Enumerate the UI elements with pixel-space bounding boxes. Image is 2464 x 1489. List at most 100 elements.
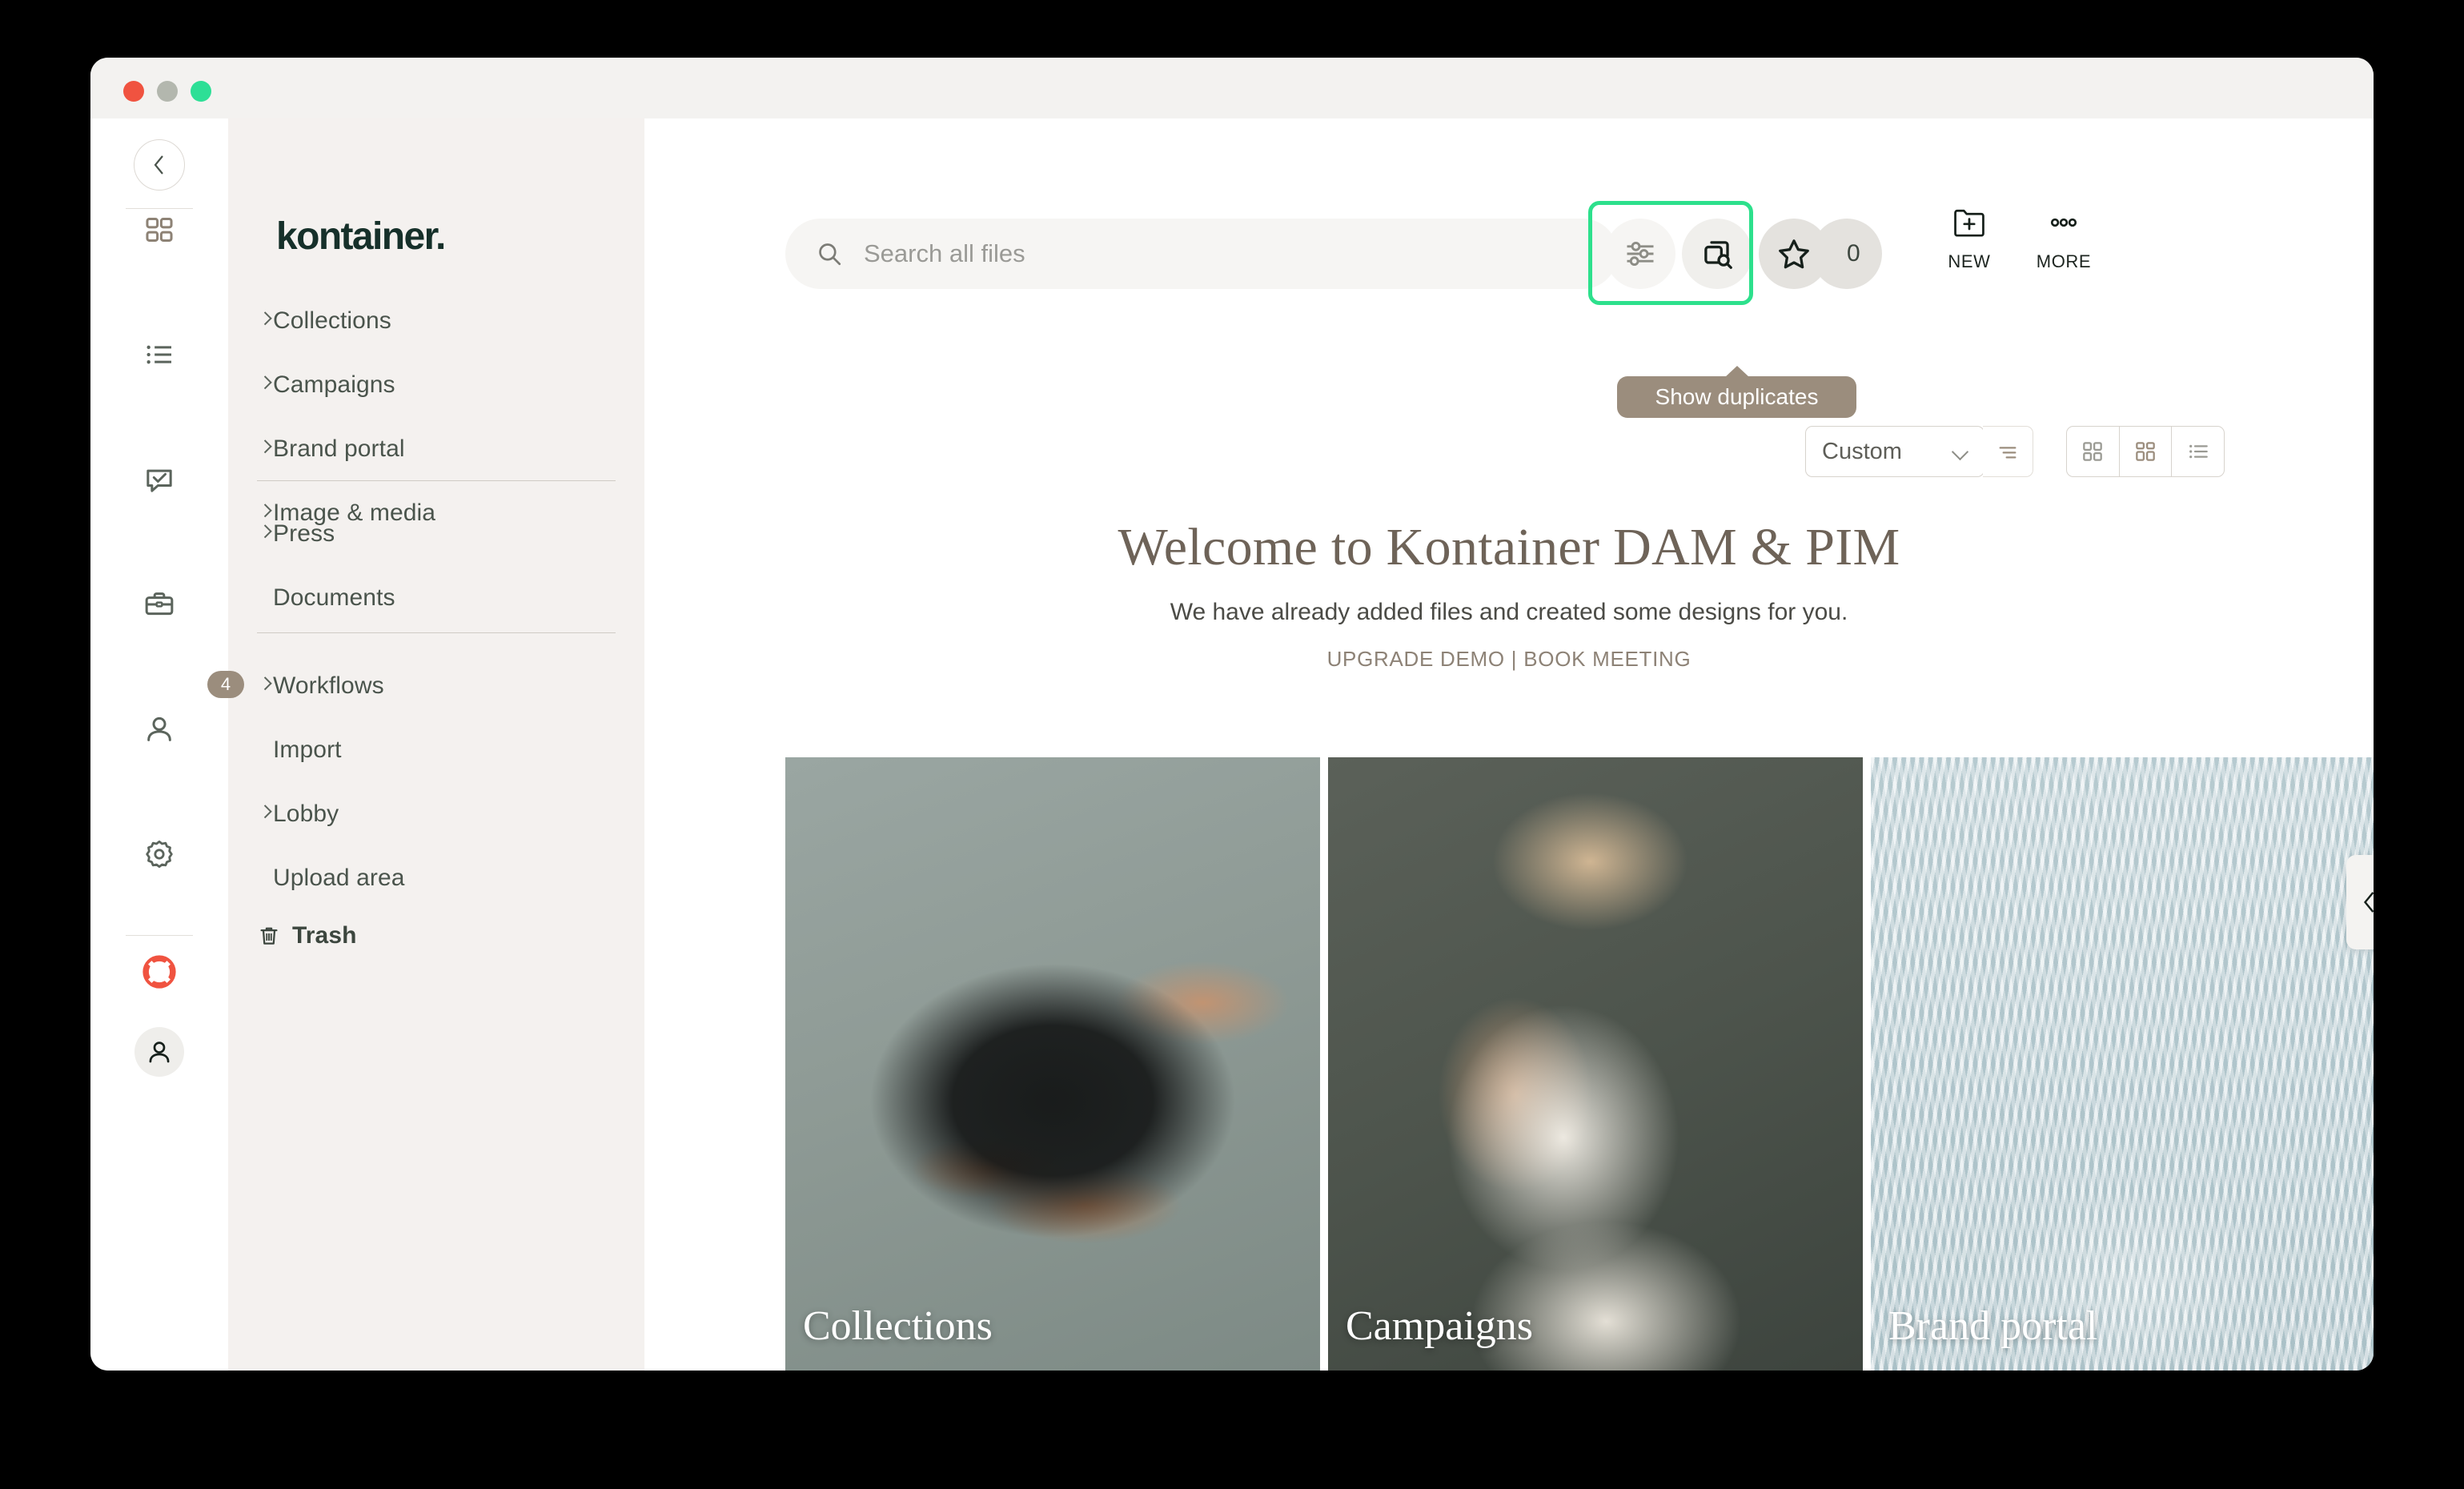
user-icon [147, 716, 171, 741]
tasks-badge: 4 [207, 671, 244, 698]
chevron-right-icon [258, 804, 272, 818]
more-button[interactable]: MORE [2020, 207, 2108, 272]
chevron-right-icon [258, 439, 272, 453]
svg-text:kontainer.: kontainer. [276, 215, 445, 258]
list-view-icon [2189, 444, 2208, 459]
icon-rail: 4 [90, 118, 244, 1371]
rail-item-settings[interactable] [134, 829, 184, 879]
page-subtitle: We have already added files and created … [1170, 599, 1848, 625]
welcome-banner: Welcome to Kontainer DAM & PIM We have a… [644, 517, 2374, 672]
sidebar-item-trash[interactable]: Trash [228, 919, 357, 952]
grid-small-icon [2083, 442, 2103, 461]
rail-item-portals[interactable] [134, 580, 184, 629]
window-close-button[interactable] [123, 81, 144, 102]
sidebar-item-label: Campaigns [273, 371, 395, 398]
sort-select-value: Custom [1822, 438, 1902, 464]
life-ring-icon [142, 955, 176, 989]
rail-item-support[interactable] [134, 947, 184, 997]
search-input[interactable] [862, 239, 1474, 269]
sidebar-item-label: Upload area [273, 864, 405, 891]
tasks-badge-count: 4 [220, 674, 231, 694]
window-minimize-button[interactable] [157, 81, 178, 102]
favorites-count-value: 0 [1847, 240, 1860, 267]
favorites-counter: 0 [1812, 219, 1882, 289]
search-icon [816, 240, 843, 267]
show-duplicates-tooltip: Show duplicates [1617, 376, 1856, 418]
view-grid-button[interactable] [2067, 427, 2120, 476]
sidebar-item-workflows[interactable]: Workflows [228, 669, 644, 702]
rail-item-lists[interactable] [134, 330, 184, 379]
view-masonry-button[interactable] [2120, 427, 2173, 476]
folder-sidebar: kontainer. Collections Campaigns Brand p… [228, 118, 644, 1371]
sidebar-divider-1 [257, 480, 616, 481]
list-icon [146, 345, 171, 364]
card-caption: Collections [803, 1303, 993, 1349]
chevron-left-icon [154, 155, 163, 175]
sidebar-item-brand-portal[interactable]: Brand portal [228, 432, 644, 465]
gear-icon [146, 840, 173, 869]
collection-card[interactable]: Campaigns [1328, 757, 1863, 1371]
rail-item-tasks[interactable] [134, 455, 184, 504]
show-duplicates-button[interactable] [1682, 219, 1752, 289]
book-meeting-link[interactable]: BOOK MEETING [1523, 647, 1691, 671]
sidebar-item-collections[interactable]: Collections [228, 304, 644, 337]
open-right-panel-button[interactable] [2346, 855, 2374, 949]
sidebar-divider-2 [257, 632, 616, 633]
hero-links: UPGRADE DEMO | BOOK MEETING [644, 647, 2374, 672]
sidebar-item-label: Lobby [273, 800, 339, 827]
star-icon [1779, 239, 1809, 269]
sort-direction-button[interactable] [1983, 426, 2033, 477]
view-mode-group [2066, 426, 2225, 477]
chevron-right-icon [258, 676, 272, 690]
sidebar-item-lobby[interactable]: Lobby [228, 797, 644, 830]
sidebar-item-label: Trash [292, 921, 357, 949]
sliders-icon [1627, 241, 1654, 267]
sort-select[interactable]: Custom [1805, 426, 1984, 477]
window-zoom-button[interactable] [191, 81, 211, 102]
upgrade-demo-link[interactable]: UPGRADE DEMO [1327, 647, 1505, 671]
folder-plus-icon [1954, 209, 1984, 237]
window-titlebar [90, 58, 2374, 119]
briefcase-icon [145, 592, 174, 616]
grid-mixed-icon [2136, 442, 2155, 461]
sort-descending-icon [1999, 447, 2017, 459]
search-bar[interactable] [785, 219, 1618, 289]
ellipsis-icon [2050, 218, 2077, 227]
sidebar-item-label: Brand portal [273, 435, 405, 462]
rail-item-dashboard[interactable] [134, 205, 184, 255]
collection-card[interactable]: Collections [785, 757, 1320, 1371]
filters-button[interactable] [1605, 219, 1675, 289]
collection-card[interactable]: Brand portal [1871, 757, 2374, 1371]
sidebar-item-label: Collections [273, 307, 391, 334]
sidebar-item-upload-area[interactable]: Upload area [228, 861, 644, 894]
card-caption: Campaigns [1346, 1303, 1533, 1349]
user-avatar-icon [149, 1041, 170, 1063]
card-caption: Brand portal [1888, 1303, 2098, 1349]
page-title: Welcome to Kontainer DAM & PIM [1118, 518, 1900, 576]
duplicate-search-icon [1704, 241, 1732, 269]
comment-check-icon [146, 469, 172, 492]
sidebar-item-label: Documents [273, 584, 395, 611]
grid-icon [146, 218, 173, 242]
sidebar-item-press[interactable]: Press [228, 517, 644, 550]
user-avatar[interactable] [134, 1027, 184, 1077]
sidebar-group-2: Press Documents [228, 517, 644, 614]
main-content: 0 Show duplicates NEW MORE Custom [644, 118, 2374, 1371]
chevron-right-icon [258, 311, 272, 325]
rail-item-users[interactable] [134, 704, 184, 754]
link-separator: | [1511, 647, 1518, 671]
chevron-right-icon [258, 524, 272, 538]
sidebar-item-label: Import [273, 736, 342, 763]
chevron-down-icon [1951, 443, 1969, 461]
sidebar-item-label: Workflows [273, 672, 384, 699]
new-button[interactable]: NEW [1925, 207, 2013, 272]
chevron-right-icon [258, 503, 272, 517]
trash-icon [260, 927, 278, 945]
sidebar-group-1: Collections Campaigns Brand portal Image… [228, 304, 644, 529]
sidebar-collapse-button[interactable] [134, 139, 185, 191]
view-list-button[interactable] [2172, 427, 2224, 476]
new-button-label: NEW [1948, 251, 1991, 271]
sidebar-item-campaigns[interactable]: Campaigns [228, 368, 644, 401]
sidebar-item-import[interactable]: Import [228, 733, 644, 766]
sidebar-item-documents[interactable]: Documents [228, 581, 644, 614]
